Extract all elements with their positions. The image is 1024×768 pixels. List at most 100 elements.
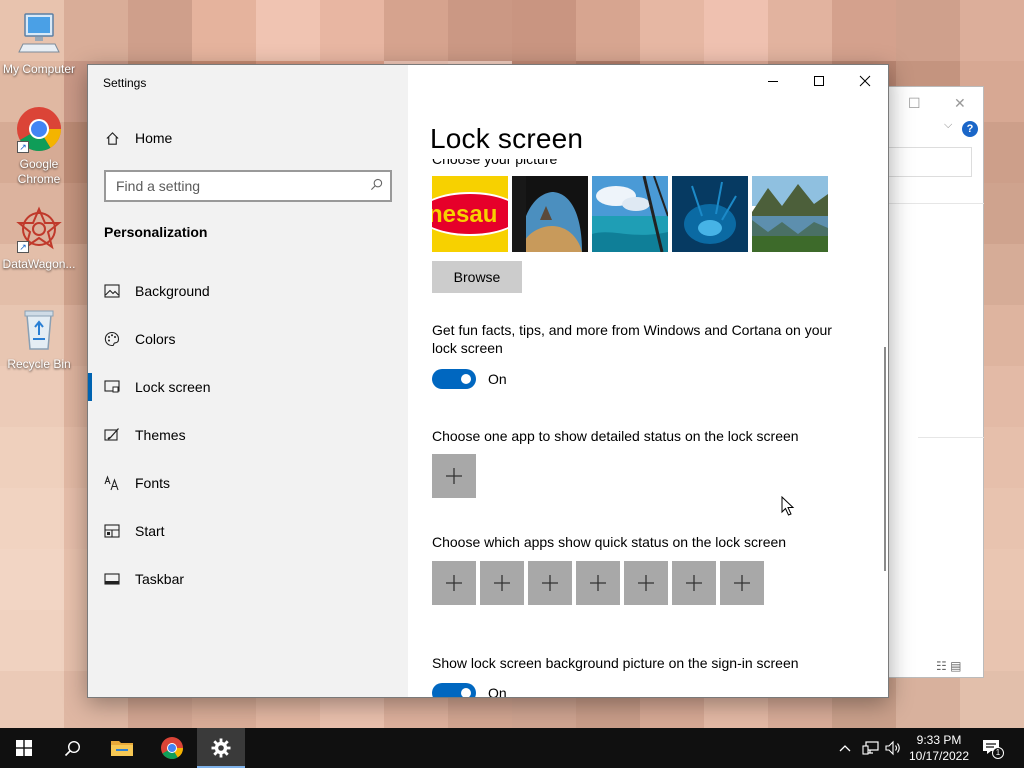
fun-facts-toggle[interactable]: On (432, 369, 507, 389)
browse-button[interactable]: Browse (432, 261, 522, 293)
background-explorer-window[interactable]: ☐ ✕ ⌵ ? ☷ ▤ (888, 86, 984, 678)
page-title: Lock screen (430, 123, 584, 154)
palette-icon (104, 331, 120, 347)
sidebar-item-colors[interactable]: Colors (88, 315, 408, 363)
wallpaper-tile (576, 0, 640, 61)
search-icon[interactable] (370, 178, 383, 194)
sidebar-item-lock-screen[interactable]: Lock screen (88, 363, 408, 411)
file-explorer-button[interactable] (98, 728, 146, 768)
wallpaper-tile (0, 610, 64, 671)
toggle-state-label: On (488, 371, 507, 387)
home-icon (104, 130, 120, 146)
shortcut-arrow-icon: ↗ (17, 141, 29, 153)
add-quick-status-app-button[interactable] (672, 561, 716, 605)
view-toggle-icons[interactable]: ☷ ▤ (936, 659, 961, 673)
desktop-icon-recycle-bin[interactable]: Recycle Bin (0, 305, 78, 372)
image-icon (104, 283, 120, 299)
picture-thumbnail[interactable] (512, 176, 588, 252)
add-detailed-status-app-button[interactable] (432, 454, 476, 498)
nav-home[interactable]: Home (104, 128, 172, 148)
gear-icon (211, 738, 231, 758)
search-box[interactable] (104, 170, 392, 202)
sidebar-item-label: Fonts (135, 475, 171, 491)
windows-logo-icon (16, 740, 32, 756)
sidebar-item-background[interactable]: Background (88, 267, 408, 315)
close-icon[interactable]: ✕ (954, 95, 966, 112)
chrome-icon: ↗ (15, 105, 63, 153)
toggle-knob (461, 688, 471, 697)
wallpaper-tile (320, 0, 384, 61)
wallpaper-tile (960, 0, 1024, 61)
wallpaper-tile (256, 0, 320, 61)
nav-home-label: Home (135, 130, 173, 146)
action-center-button[interactable]: 1 (982, 728, 1006, 768)
sidebar-item-taskbar[interactable]: Taskbar (88, 555, 408, 603)
settings-taskbar-button[interactable] (197, 728, 245, 768)
help-icon[interactable]: ? (962, 121, 978, 137)
scroll-region[interactable]: Choose your picture nesau Browse Get fun… (408, 159, 888, 697)
datawagon-icon: ↗ (15, 205, 63, 253)
add-quick-status-app-button[interactable] (720, 561, 764, 605)
add-quick-status-app-button[interactable] (528, 561, 572, 605)
add-quick-status-app-button[interactable] (432, 561, 476, 605)
picture-thumbnail[interactable] (752, 176, 828, 252)
wallpaper-tile (896, 671, 960, 728)
desktop-icon-datawagon[interactable]: ↗ DataWagon... (0, 205, 78, 272)
sidebar-item-themes[interactable]: Themes (88, 411, 408, 459)
brush-icon (104, 427, 120, 443)
desktop-icon-label: Google Chrome (17, 157, 61, 186)
signin-background-toggle[interactable]: On (432, 683, 507, 697)
picture-thumbnails: nesau (432, 176, 828, 252)
wallpaper-tile (192, 0, 256, 61)
address-bar[interactable] (888, 147, 972, 177)
network-tray-button[interactable] (862, 728, 880, 768)
chrome-taskbar-button[interactable] (148, 728, 196, 768)
desktop-icon-label: Recycle Bin (7, 357, 71, 371)
add-quick-status-app-button[interactable] (576, 561, 620, 605)
wallpaper-tile (704, 0, 768, 61)
taskbar-clock[interactable]: 9:33 PM 10/17/2022 (900, 732, 978, 764)
desktop-icon-my-computer[interactable]: My Computer (0, 10, 78, 77)
desktop-icon-label: DataWagon... (2, 257, 76, 271)
mouse-cursor-icon (781, 496, 795, 516)
fun-facts-label: Get fun facts, tips, and more from Windo… (432, 322, 832, 356)
show-hidden-icons-button[interactable] (838, 728, 852, 768)
settings-window[interactable]: Settings Home Personalization Background (87, 64, 889, 698)
recycle-bin-icon (15, 305, 63, 353)
scrollbar[interactable] (884, 347, 886, 571)
font-icon (104, 475, 120, 491)
choose-picture-label: Choose your picture (432, 159, 558, 167)
quick-status-slots (432, 561, 764, 605)
sidebar-item-label: Start (135, 523, 165, 539)
sidebar-item-fonts[interactable]: Fonts (88, 459, 408, 507)
divider (918, 437, 984, 438)
add-quick-status-app-button[interactable] (480, 561, 524, 605)
computer-icon (15, 10, 63, 58)
chevron-down-icon[interactable]: ⌵ (944, 119, 952, 132)
toggle-track[interactable] (432, 369, 476, 389)
picture-thumbnail[interactable] (672, 176, 748, 252)
picture-thumbnail[interactable]: nesau (432, 176, 508, 252)
sidebar-item-label: Lock screen (135, 379, 211, 395)
sidebar-item-start[interactable]: Start (88, 507, 408, 555)
toggle-track[interactable] (432, 683, 476, 697)
sidebar-item-label: Themes (135, 427, 186, 443)
settings-sidebar: Settings Home Personalization Background (88, 65, 408, 697)
wallpaper-tile (0, 427, 64, 488)
wallpaper-tile (960, 671, 1024, 728)
maximize-icon[interactable]: ☐ (908, 95, 921, 112)
plus-icon (494, 575, 510, 591)
clock-time: 9:33 PM (916, 733, 962, 747)
wallpaper-tile (640, 0, 704, 61)
desktop-icon-google-chrome[interactable]: ↗ Google Chrome (0, 105, 78, 187)
wallpaper-tile (0, 671, 64, 728)
start-button[interactable] (0, 728, 48, 768)
plus-icon (638, 575, 654, 591)
add-quick-status-app-button[interactable] (624, 561, 668, 605)
wallpaper-tile (384, 0, 448, 61)
picture-thumbnail[interactable] (592, 176, 668, 252)
wallpaper-tile (0, 488, 64, 549)
search-button[interactable] (48, 728, 96, 768)
chevron-up-icon (839, 745, 851, 752)
search-input[interactable] (116, 178, 356, 194)
